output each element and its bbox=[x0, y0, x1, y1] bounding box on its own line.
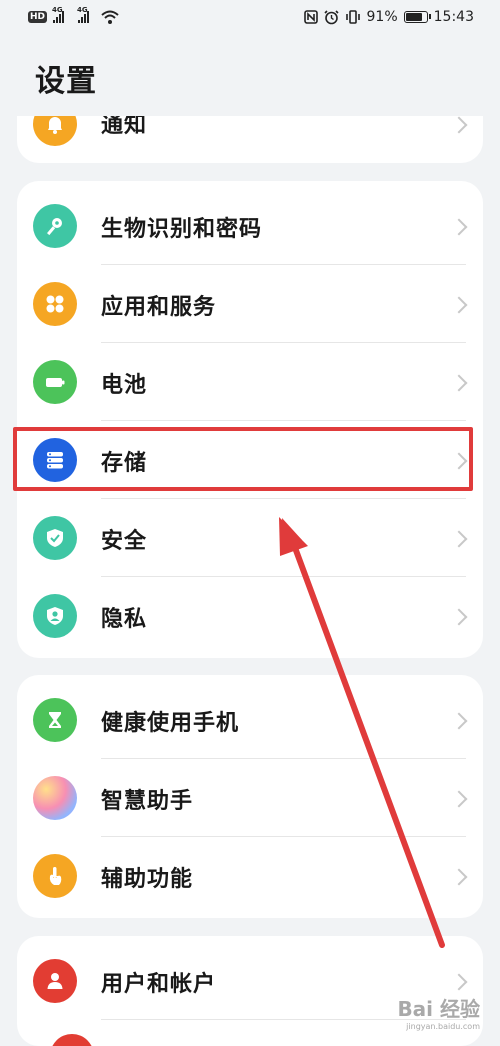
watermark-text: Bai 经验 bbox=[397, 997, 480, 1021]
watermark: Bai 经验 jingyan.baidu.com bbox=[397, 993, 480, 1031]
annotation-arrow bbox=[279, 517, 445, 948]
watermark-sub: jingyan.baidu.com bbox=[406, 1022, 480, 1031]
